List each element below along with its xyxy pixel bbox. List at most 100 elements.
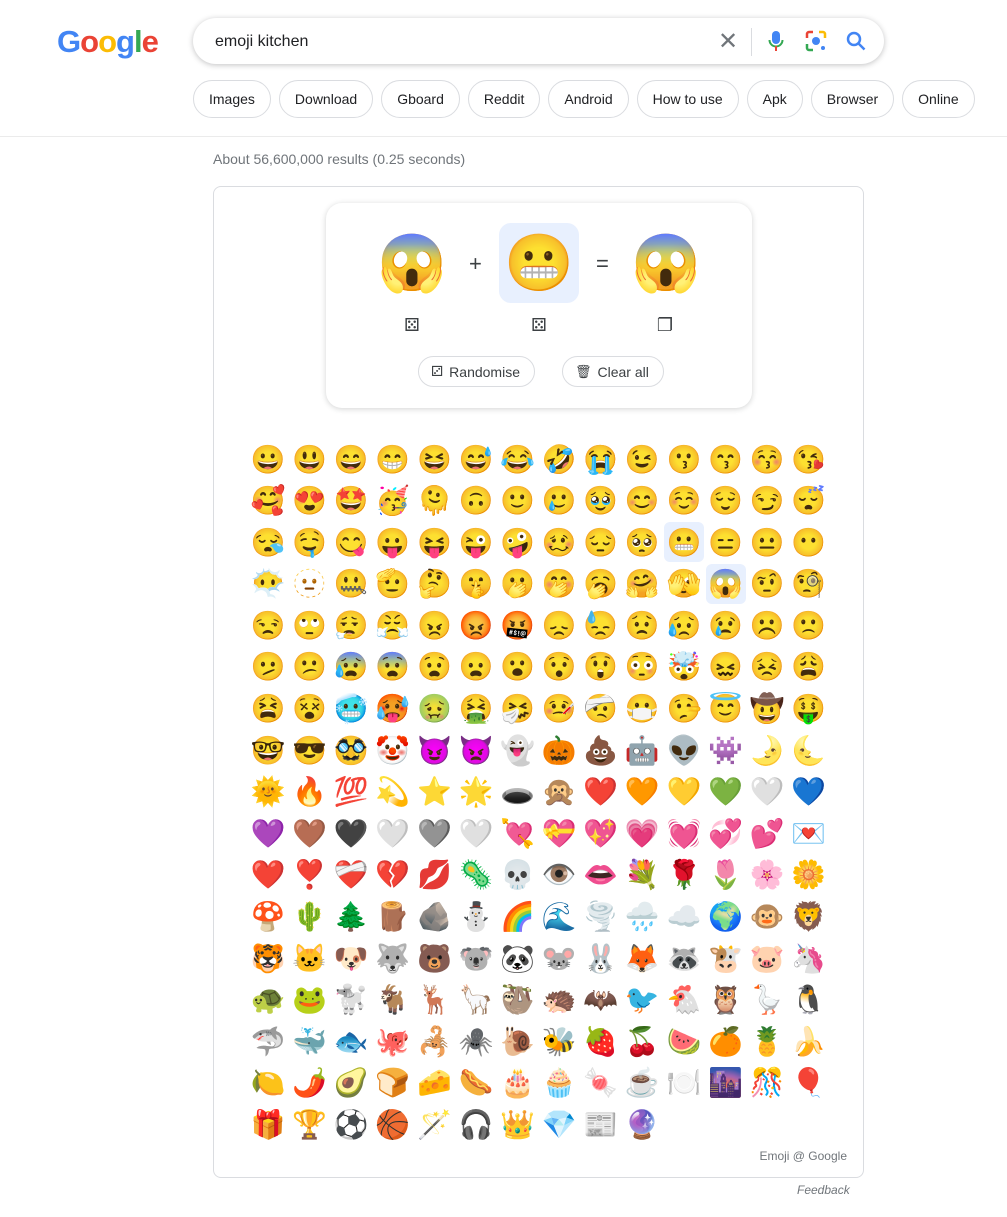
emoji-option[interactable]: 😋	[331, 522, 371, 562]
emoji-option[interactable]: 🤩	[331, 481, 371, 521]
emoji-option[interactable]: 🎃	[539, 730, 579, 770]
emoji-option[interactable]: 🌜	[789, 730, 829, 770]
emoji-option[interactable]: 🪨	[414, 897, 454, 937]
emoji-option[interactable]: ❤️	[581, 772, 621, 812]
emoji-option[interactable]: 🐰	[581, 938, 621, 978]
emoji-option[interactable]: 🐦	[622, 980, 662, 1020]
emoji-option[interactable]: 🐩	[331, 980, 371, 1020]
emoji-option[interactable]: ⭐	[414, 772, 454, 812]
emoji-option[interactable]: 🎈	[789, 1063, 829, 1103]
chip-online[interactable]: Online	[902, 80, 975, 118]
emoji-option[interactable]: 💋	[414, 855, 454, 895]
emoji-option[interactable]: 🧡	[622, 772, 662, 812]
emoji-option[interactable]: 😡	[456, 605, 496, 645]
emoji-option[interactable]: 😁	[373, 439, 413, 479]
result-emoji[interactable]: 😱	[626, 223, 706, 303]
emoji-option[interactable]: 😗	[664, 439, 704, 479]
emoji-option[interactable]: 🐔	[664, 980, 704, 1020]
emoji-option[interactable]: 💩	[581, 730, 621, 770]
emoji-option[interactable]: 🐧	[789, 980, 829, 1020]
emoji-option[interactable]: 😴	[789, 481, 829, 521]
emoji-option[interactable]: ❣️	[290, 855, 330, 895]
emoji-option[interactable]: 🐢	[248, 980, 288, 1020]
emoji-option[interactable]: 😀	[248, 439, 288, 479]
emoji-option[interactable]: 🤡	[373, 730, 413, 770]
emoji-option[interactable]: 🤬	[498, 605, 538, 645]
emoji-option[interactable]: 🐨	[456, 938, 496, 978]
chip-browser[interactable]: Browser	[810, 80, 895, 118]
chip-download[interactable]: Download	[278, 80, 374, 118]
emoji-option[interactable]: 🫤	[248, 647, 288, 687]
dice-icon[interactable]: ⚄	[529, 315, 549, 335]
emoji-option[interactable]: 🦇	[581, 980, 621, 1020]
emoji-option[interactable]: 🫥	[290, 564, 330, 604]
emoji-option[interactable]: 🤢	[414, 689, 454, 729]
emoji-option[interactable]: 🤑	[789, 689, 829, 729]
emoji-option[interactable]: 🌊	[539, 897, 579, 937]
randomise-button[interactable]: ⚂ Randomise	[418, 356, 535, 387]
emoji-option[interactable]: 💚	[706, 772, 746, 812]
emoji-option[interactable]: 😙	[706, 439, 746, 479]
emoji-option[interactable]: 🌛	[747, 730, 787, 770]
emoji-option[interactable]: 🤤	[290, 522, 330, 562]
emoji-option[interactable]: 😷	[622, 689, 662, 729]
emoji-option[interactable]: 🤫	[456, 564, 496, 604]
emoji-option[interactable]: 💐	[622, 855, 662, 895]
emoji-option[interactable]: 🎁	[248, 1105, 288, 1145]
emoji-option[interactable]: 🌸	[747, 855, 787, 895]
emoji-option[interactable]: 😊	[622, 481, 662, 521]
emoji-option[interactable]: 😮‍💨	[331, 605, 371, 645]
emoji-option[interactable]: 🌞	[248, 772, 288, 812]
emoji-option[interactable]: 😪	[248, 522, 288, 562]
emoji-option[interactable]: 🤒	[539, 689, 579, 729]
emoji-option[interactable]: 😩	[789, 647, 829, 687]
emoji-option[interactable]: 💗	[622, 813, 662, 853]
emoji-option[interactable]: 🐻	[414, 938, 454, 978]
emoji-option[interactable]: 🤍	[747, 772, 787, 812]
search-icon[interactable]	[844, 29, 868, 53]
emoji-option[interactable]: 🧐	[789, 564, 829, 604]
emoji-option[interactable]: 🙃	[456, 481, 496, 521]
emoji-option[interactable]: 😈	[414, 730, 454, 770]
emoji-option[interactable]: 🤍	[456, 813, 496, 853]
emoji-option[interactable]: 💕	[747, 813, 787, 853]
emoji-option[interactable]: 🦥	[498, 980, 538, 1020]
emoji-option[interactable]: 🥱	[581, 564, 621, 604]
emoji-option[interactable]: 😞	[539, 605, 579, 645]
emoji-option[interactable]: 🙊	[539, 772, 579, 812]
emoji-option[interactable]: 🐮	[706, 938, 746, 978]
emoji-option[interactable]: 🐟	[331, 1021, 371, 1061]
emoji-option[interactable]: 💝	[539, 813, 579, 853]
emoji-option[interactable]: 🌲	[331, 897, 371, 937]
dice-icon[interactable]: ⚄	[402, 315, 422, 335]
emoji-option[interactable]: 🤗	[622, 564, 662, 604]
emoji-option[interactable]: 🐙	[373, 1021, 413, 1061]
lens-icon[interactable]	[804, 29, 828, 53]
emoji-option[interactable]: 🌷	[706, 855, 746, 895]
emoji-option[interactable]: 🦌	[414, 980, 454, 1020]
feedback-link[interactable]: Feedback	[797, 1183, 850, 1197]
emoji-option[interactable]: 🌭	[456, 1063, 496, 1103]
emoji-option[interactable]: 😑	[706, 522, 746, 562]
emoji-option[interactable]: 😣	[747, 647, 787, 687]
emoji-option[interactable]: 💞	[706, 813, 746, 853]
emoji-option[interactable]: 👽	[664, 730, 704, 770]
emoji-option[interactable]: 🦈	[248, 1021, 288, 1061]
emoji-option[interactable]: 🔥	[290, 772, 330, 812]
emoji-option[interactable]: 🐝	[539, 1021, 579, 1061]
emoji-option[interactable]: 💀	[498, 855, 538, 895]
emoji-option[interactable]: 👁️	[539, 855, 579, 895]
emoji-option[interactable]: 🏆	[290, 1105, 330, 1145]
emoji-option[interactable]: 😚	[747, 439, 787, 479]
clear-all-button[interactable]: 🗑 Clear all	[562, 356, 664, 387]
emoji-option[interactable]: ☺️	[664, 481, 704, 521]
emoji-option[interactable]: 🤪	[498, 522, 538, 562]
emoji-option[interactable]: 💔	[373, 855, 413, 895]
emoji-option[interactable]: 🍉	[664, 1021, 704, 1061]
emoji-option[interactable]: 💓	[664, 813, 704, 853]
emoji-option[interactable]: 😰	[331, 647, 371, 687]
emoji-option[interactable]: 🔮	[622, 1105, 662, 1145]
emoji-option[interactable]: 🥳	[373, 481, 413, 521]
emoji-option[interactable]: 🦉	[706, 980, 746, 1020]
emoji-option[interactable]: 😱	[705, 563, 746, 604]
